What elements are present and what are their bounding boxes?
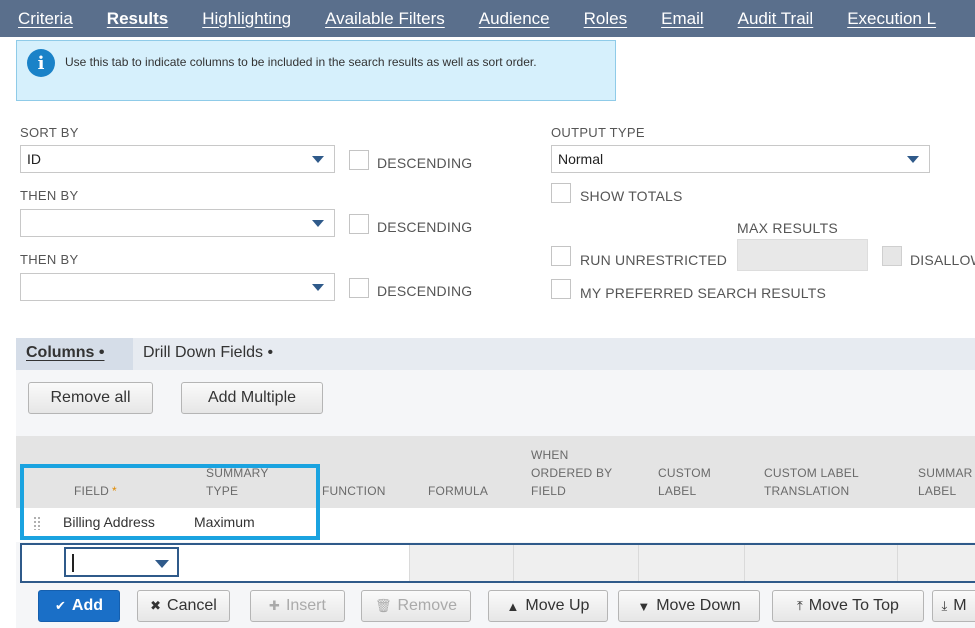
edit-cell-when-ordered[interactable]	[513, 545, 638, 581]
main-tab-bar: Criteria Results Highlighting Available …	[0, 0, 975, 37]
text-cursor	[72, 554, 74, 572]
disallow-label: DISALLOW	[910, 252, 975, 268]
tab-criteria[interactable]: Criteria	[0, 9, 89, 29]
move-up-button[interactable]: ▲ Move Up	[488, 590, 608, 622]
close-icon: ✖	[150, 598, 162, 613]
header-formula: FORMULA	[428, 484, 489, 498]
then-by-select-1[interactable]	[20, 209, 335, 237]
tab-results[interactable]: Results	[89, 9, 184, 29]
remove-button[interactable]: 🗑 Remove	[361, 590, 471, 622]
chevron-down-icon	[312, 284, 324, 291]
move-to-top-button[interactable]: ⤒ Move To Top	[772, 590, 924, 622]
edit-cell-formula[interactable]	[409, 545, 513, 581]
tab-audit-trail[interactable]: Audit Trail	[720, 9, 830, 29]
field-select-input[interactable]	[64, 547, 179, 577]
info-banner: i Use this tab to indicate columns to be…	[16, 40, 616, 101]
cancel-button[interactable]: ✖ Cancel	[137, 590, 230, 622]
info-text: Use this tab to indicate columns to be i…	[65, 55, 537, 69]
show-totals-checkbox[interactable]	[551, 183, 571, 203]
add-button[interactable]: ✔ Add	[38, 590, 120, 622]
move-to-bottom-icon: ⤓	[941, 598, 948, 613]
descending-label-3: DESCENDING	[377, 283, 473, 299]
check-icon: ✔	[54, 598, 66, 613]
my-preferred-checkbox[interactable]	[551, 279, 571, 299]
plus-icon: ✚	[269, 598, 280, 613]
then-by-label-2: THEN BY	[20, 252, 79, 267]
then-by-label-1: THEN BY	[20, 188, 79, 203]
arrow-up-icon: ▲	[506, 598, 520, 614]
move-to-top-icon: ⤒	[797, 598, 803, 613]
arrow-down-icon: ▼	[637, 598, 651, 614]
tab-audience[interactable]: Audience	[461, 9, 566, 29]
move-down-button[interactable]: ▼ Move Down	[618, 590, 760, 622]
subtab-bar: Columns • Drill Down Fields •	[16, 338, 975, 370]
tab-highlighting[interactable]: Highlighting	[184, 9, 307, 29]
edit-cell-summary-label[interactable]	[897, 545, 975, 581]
show-totals-label: SHOW TOTALS	[580, 188, 683, 204]
trash-icon: 🗑	[374, 598, 392, 613]
move-to-bottom-button[interactable]: ⤓ M	[932, 590, 975, 622]
subtab-drill-down-fields[interactable]: Drill Down Fields •	[133, 338, 283, 370]
max-results-label: MAX RESULTS	[737, 220, 839, 236]
chevron-down-icon	[312, 220, 324, 227]
disallow-checkbox[interactable]	[882, 246, 902, 266]
run-unrestricted-checkbox[interactable]	[551, 246, 571, 266]
info-icon: i	[27, 49, 55, 77]
tab-email[interactable]: Email	[643, 9, 720, 29]
edit-cell-custom-label-translation[interactable]	[744, 545, 897, 581]
output-type-label: OUTPUT TYPE	[551, 125, 645, 140]
header-summary-label: SUMMAR LABEL	[918, 466, 973, 498]
highlight-box	[20, 464, 320, 540]
my-preferred-label: MY PREFERRED SEARCH RESULTS	[580, 285, 827, 301]
tab-roles[interactable]: Roles	[566, 9, 643, 29]
tab-execution-log[interactable]: Execution L	[829, 9, 952, 29]
chevron-down-icon	[312, 156, 324, 163]
remove-all-button[interactable]: Remove all	[28, 382, 153, 414]
chevron-down-icon	[907, 156, 919, 163]
chevron-down-icon	[155, 560, 169, 568]
edit-cell-custom-label[interactable]	[638, 545, 744, 581]
sort-by-value: ID	[27, 151, 41, 167]
header-custom-label-translation: CUSTOM LABEL TRANSLATION	[764, 466, 859, 498]
header-function: FUNCTION	[322, 484, 386, 498]
descending-checkbox-3[interactable]	[349, 278, 369, 298]
subtab-columns[interactable]: Columns •	[16, 338, 133, 370]
descending-checkbox-2[interactable]	[349, 214, 369, 234]
max-results-input[interactable]	[737, 239, 868, 271]
descending-label-2: DESCENDING	[377, 219, 473, 235]
run-unrestricted-label: RUN UNRESTRICTED	[580, 252, 728, 268]
then-by-select-2[interactable]	[20, 273, 335, 301]
sort-by-select[interactable]: ID	[20, 145, 335, 173]
descending-label-1: DESCENDING	[377, 155, 473, 171]
descending-checkbox-1[interactable]	[349, 150, 369, 170]
add-multiple-button[interactable]: Add Multiple	[181, 382, 323, 414]
sort-by-label: SORT BY	[20, 125, 79, 140]
output-type-value: Normal	[558, 151, 604, 167]
insert-button[interactable]: ✚ Insert	[250, 590, 345, 622]
tab-available-filters[interactable]: Available Filters	[307, 9, 461, 29]
header-when-ordered-by-field: WHEN ORDERED BY FIELD	[531, 448, 613, 498]
output-type-select[interactable]: Normal	[551, 145, 930, 173]
header-custom-label: CUSTOM LABEL	[658, 466, 711, 498]
